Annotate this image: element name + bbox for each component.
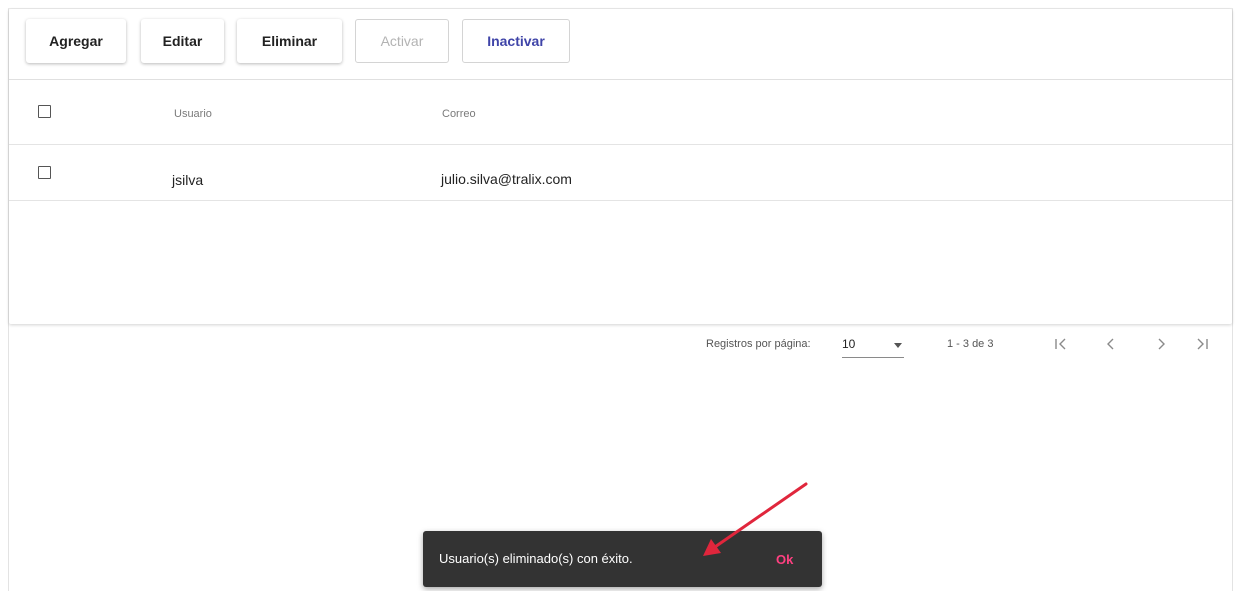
row-select-checkbox[interactable] bbox=[38, 166, 51, 179]
users-card: Agregar Editar Eliminar Activar Inactiva… bbox=[9, 9, 1232, 324]
snackbar: Usuario(s) eliminado(s) con éxito. Ok bbox=[423, 531, 822, 587]
last-page-button[interactable] bbox=[1189, 332, 1215, 356]
column-header-email: Correo bbox=[442, 108, 476, 120]
snackbar-message: Usuario(s) eliminado(s) con éxito. bbox=[439, 551, 633, 566]
items-per-page-label: Registros por página: bbox=[706, 338, 811, 350]
email-cell: julio.silva@tralix.com bbox=[441, 171, 572, 187]
paginator: Registros por página: 10 1 - 3 de 3 bbox=[9, 332, 1232, 358]
snackbar-ok-button[interactable]: Ok bbox=[768, 545, 801, 573]
previous-page-button[interactable] bbox=[1098, 332, 1124, 356]
page-size-value: 10 bbox=[842, 337, 856, 351]
toolbar-divider bbox=[9, 79, 1232, 80]
page-size-select[interactable]: 10 bbox=[842, 335, 904, 358]
header-divider bbox=[9, 144, 1232, 145]
edit-button[interactable]: Editar bbox=[141, 19, 224, 63]
deactivate-button[interactable]: Inactivar bbox=[462, 19, 570, 63]
user-cell: jsilva bbox=[172, 172, 204, 188]
last-page-icon bbox=[1197, 338, 1208, 350]
activate-button[interactable]: Activar bbox=[355, 19, 449, 63]
add-button[interactable]: Agregar bbox=[26, 19, 126, 63]
app-frame: Agregar Editar Eliminar Activar Inactiva… bbox=[8, 8, 1233, 591]
select-all-checkbox[interactable] bbox=[38, 105, 51, 118]
delete-button[interactable]: Eliminar bbox=[237, 19, 342, 63]
previous-page-icon bbox=[1107, 338, 1114, 350]
row-divider bbox=[9, 200, 1232, 201]
dropdown-caret-icon bbox=[894, 343, 902, 348]
page-range-label: 1 - 3 de 3 bbox=[947, 338, 994, 350]
next-page-button[interactable] bbox=[1148, 332, 1174, 356]
first-page-icon bbox=[1055, 338, 1066, 350]
column-header-user: Usuario bbox=[174, 108, 212, 120]
next-page-icon bbox=[1158, 338, 1165, 350]
first-page-button[interactable] bbox=[1048, 332, 1074, 356]
